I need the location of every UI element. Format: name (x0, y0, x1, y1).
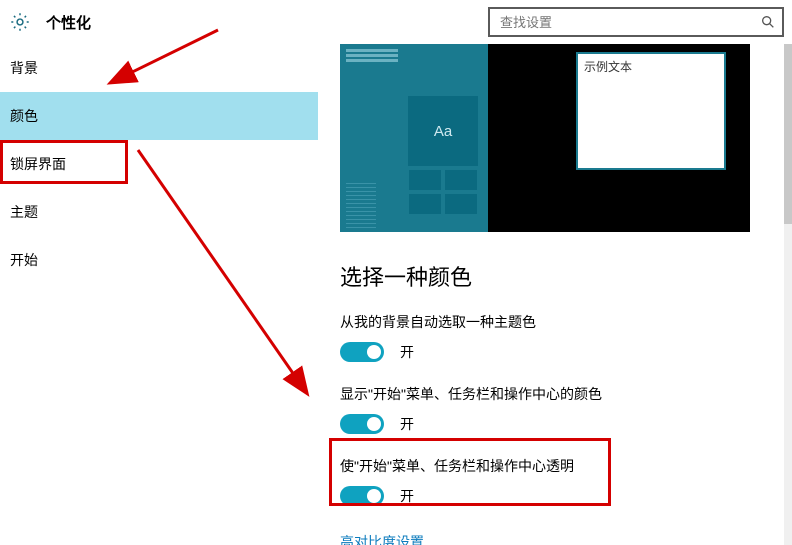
annotation-arrows (0, 0, 792, 545)
